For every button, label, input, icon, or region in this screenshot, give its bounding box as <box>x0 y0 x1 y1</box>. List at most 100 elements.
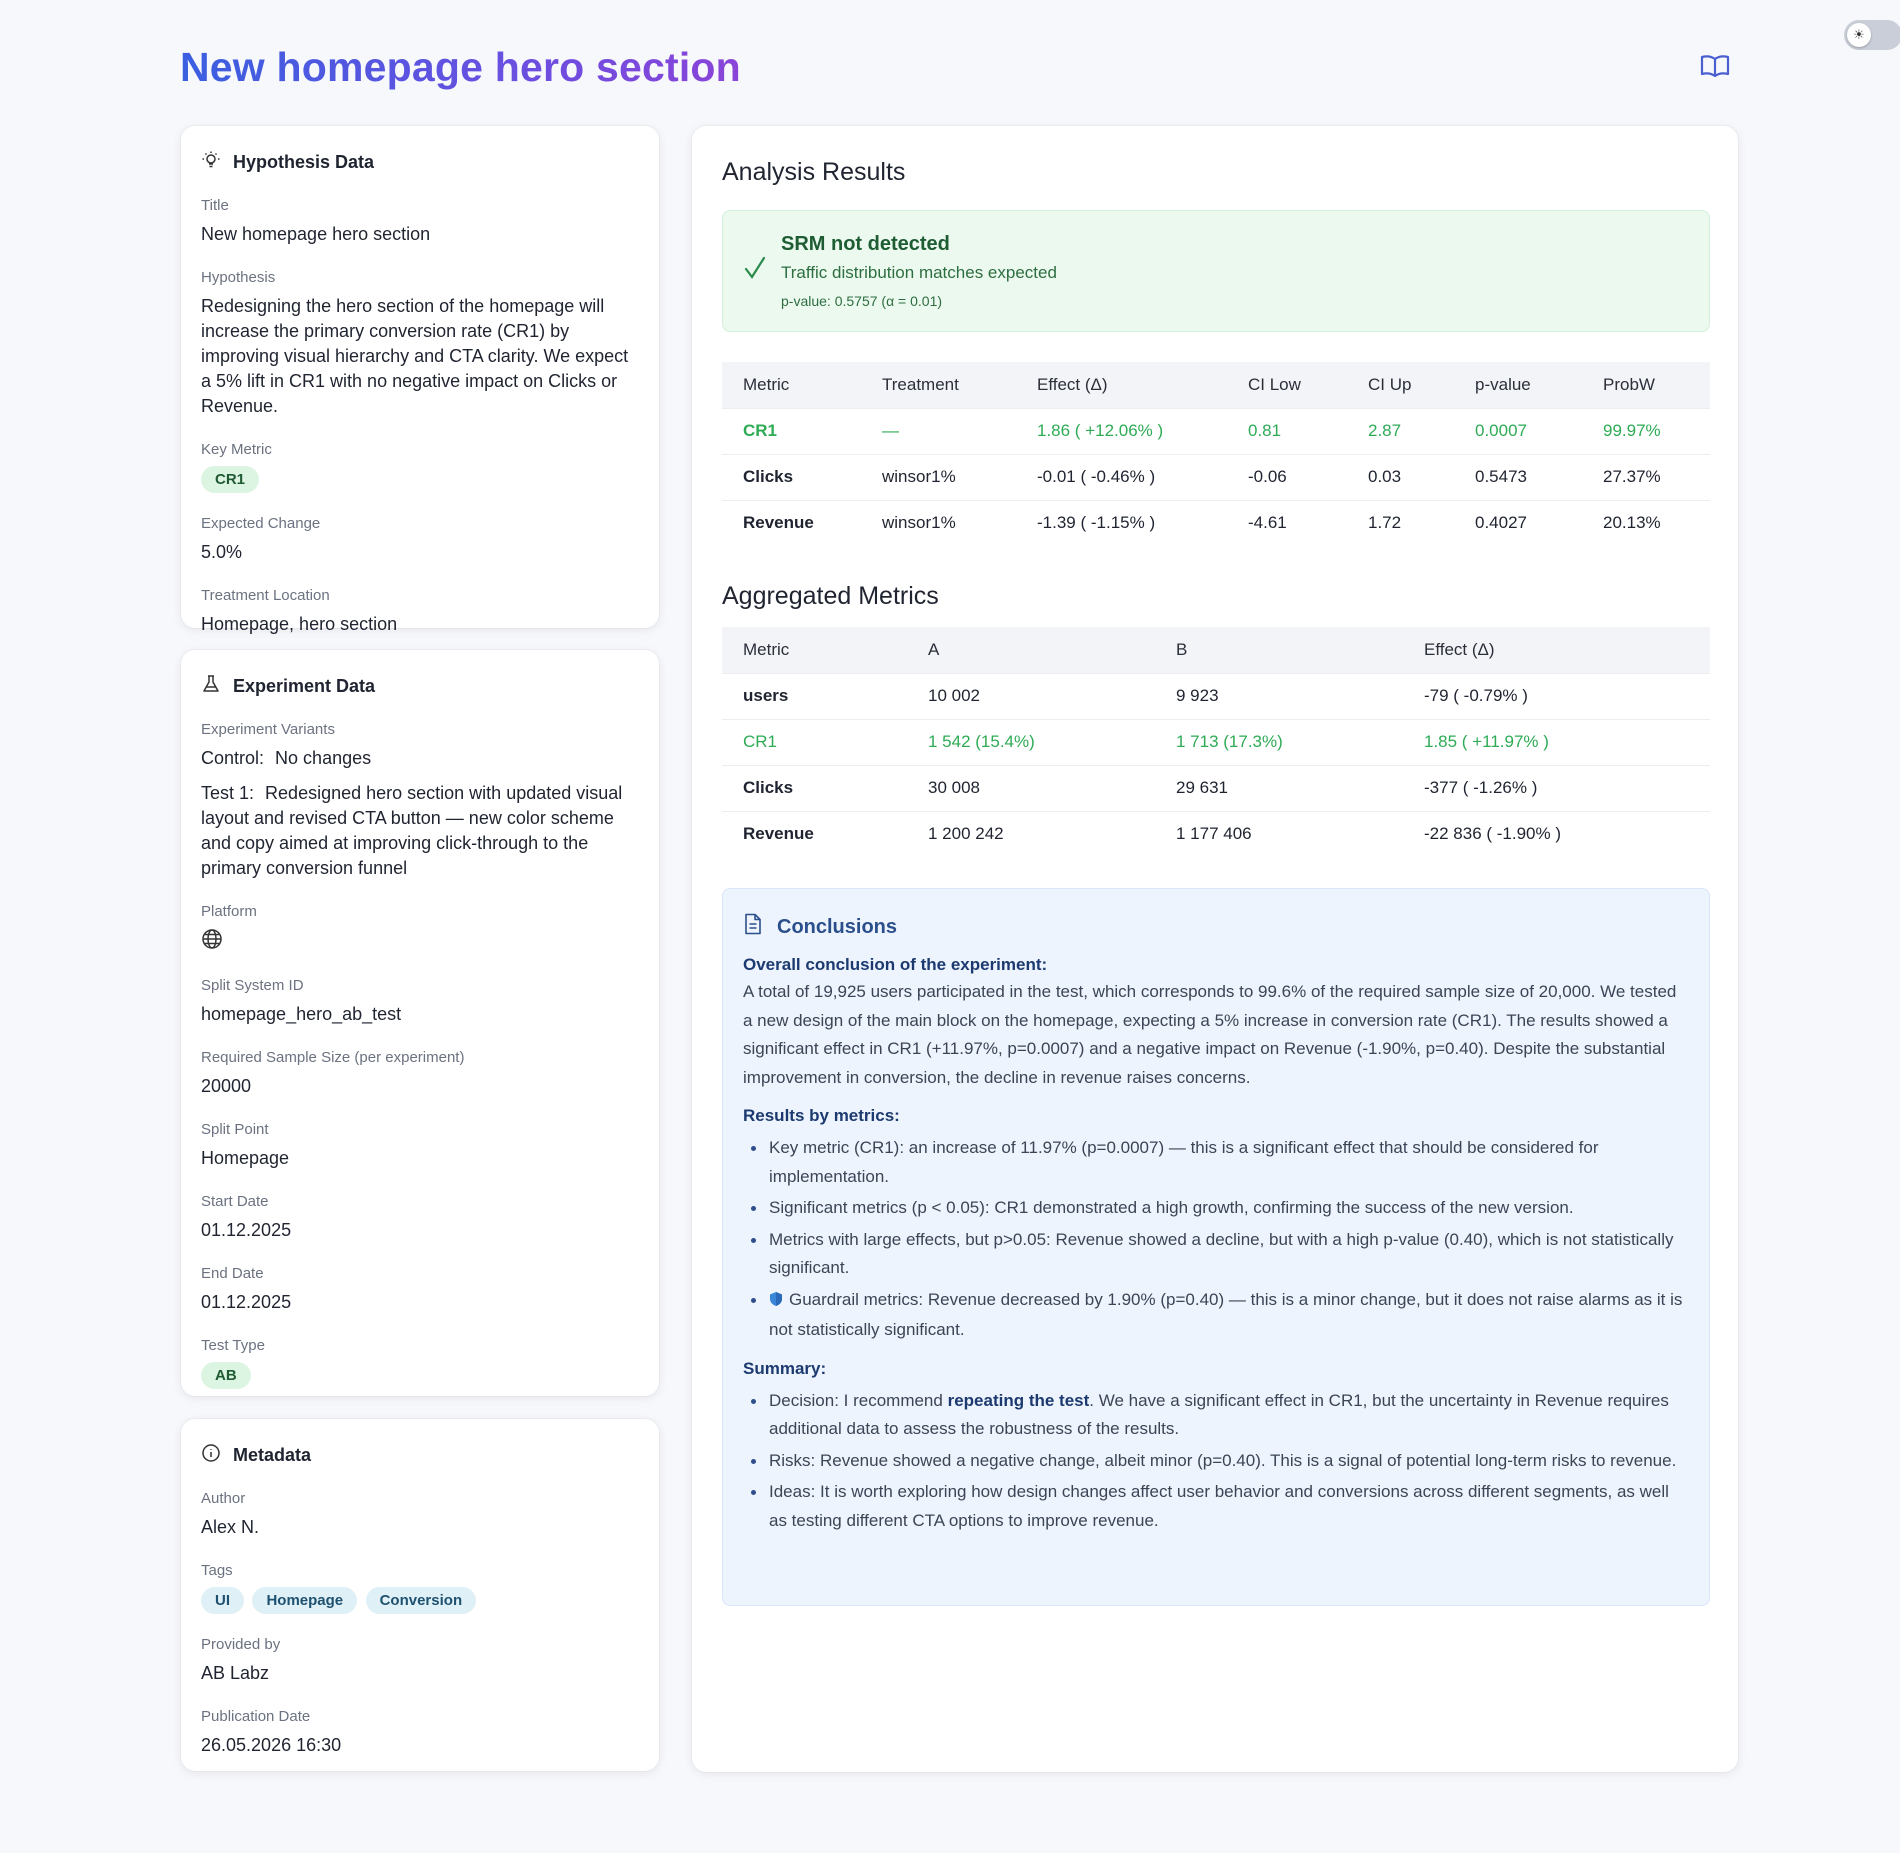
col-effect: Effect (Δ) <box>1403 627 1710 673</box>
hypothesis-label: Hypothesis <box>201 269 276 286</box>
aggregated-row-clicks: Clicks 30 008 29 631 -377 ( -1.26% ) <box>722 764 1710 811</box>
col-a: A <box>907 627 1155 673</box>
list-item: Metrics with large effects, but p>0.05: … <box>743 1226 1689 1283</box>
author-value: Alex N. <box>201 1517 260 1537</box>
table-cell: 0.5473 <box>1454 453 1582 500</box>
expected-change-label: Expected Change <box>201 515 321 532</box>
sample-size-value: 20000 <box>201 1076 252 1096</box>
list-item: Significant metrics (p < 0.05): CR1 demo… <box>743 1194 1689 1223</box>
table-cell: CR1 <box>722 718 907 765</box>
control-value: No changes <box>275 748 372 768</box>
table-cell: 1 542 (15.4%) <box>907 718 1155 765</box>
col-pvalue: p-value <box>1454 362 1582 408</box>
col-ci-low: CI Low <box>1227 362 1347 408</box>
theme-toggle[interactable]: ☀ <box>1844 20 1900 50</box>
hypothesis-text: Redesigning the hero section of the home… <box>201 296 629 416</box>
key-metric-label: Key Metric <box>201 441 272 458</box>
title-value: New homepage hero section <box>201 224 431 244</box>
table-cell: 0.4027 <box>1454 499 1582 546</box>
info-icon <box>201 1443 221 1468</box>
table-cell: 1.86 ( +12.06% ) <box>1016 407 1227 454</box>
start-date-label: Start Date <box>201 1193 269 1210</box>
srm-status-box: SRM not detected Traffic distribution ma… <box>722 210 1710 332</box>
aggregated-row-revenue: Revenue 1 200 242 1 177 406 -22 836 ( -1… <box>722 810 1710 857</box>
lightbulb-icon <box>201 150 221 175</box>
table-cell: 9 923 <box>1155 672 1403 719</box>
test1-value: Redesigned hero section with updated vis… <box>201 783 623 878</box>
table-cell: -4.61 <box>1227 499 1347 546</box>
aggregated-table: Metric A B Effect (Δ) users 10 002 9 923… <box>722 627 1710 857</box>
table-cell: 1 200 242 <box>907 810 1155 857</box>
col-ci-up: CI Up <box>1347 362 1454 408</box>
col-probw: ProbW <box>1582 362 1710 408</box>
tag-pill[interactable]: Homepage <box>252 1587 358 1614</box>
col-b: B <box>1155 627 1403 673</box>
document-icon <box>743 913 763 941</box>
aggregated-header-row: Metric A B Effect (Δ) <box>722 627 1710 673</box>
table-cell: 27.37% <box>1582 453 1710 500</box>
aggregated-row-users: users 10 002 9 923 -79 ( -0.79% ) <box>722 672 1710 719</box>
srm-title: SRM not detected <box>781 233 950 255</box>
treatment-location-value: Homepage, hero section <box>201 614 398 634</box>
results-list: Key metric (CR1): an increase of 11.97% … <box>743 1134 1689 1345</box>
table-cell: -22 836 ( -1.90% ) <box>1403 810 1710 857</box>
table-cell: — <box>861 407 1016 454</box>
table-cell: 2.87 <box>1347 407 1454 454</box>
publication-date-label: Publication Date <box>201 1708 311 1725</box>
list-item: Risks: Revenue showed a negative change,… <box>743 1447 1689 1476</box>
table-cell: 20.13% <box>1582 499 1710 546</box>
provided-by-value: AB Labz <box>201 1663 270 1683</box>
tags-label: Tags <box>201 1562 233 1579</box>
summary-list: Decision: I recommend repeating the test… <box>743 1387 1689 1536</box>
end-date-label: End Date <box>201 1265 264 1282</box>
table-cell: winsor1% <box>861 453 1016 500</box>
table-cell: Clicks <box>722 764 907 811</box>
table-cell: -0.06 <box>1227 453 1347 500</box>
globe-icon <box>201 928 639 955</box>
results-row-cr1: CR1 — 1.86 ( +12.06% ) 0.81 2.87 0.0007 … <box>722 407 1710 454</box>
table-cell: CR1 <box>722 407 861 454</box>
aggregated-heading: Aggregated Metrics <box>722 582 939 610</box>
provided-by-label: Provided by <box>201 1636 281 1653</box>
table-cell: users <box>722 672 907 719</box>
overall-heading: Overall conclusion of the experiment: <box>743 955 1048 974</box>
title-label: Title <box>201 197 229 214</box>
sample-size-label: Required Sample Size (per experiment) <box>201 1049 465 1066</box>
control-label: Control: <box>201 748 265 768</box>
table-cell: -1.39 ( -1.15% ) <box>1016 499 1227 546</box>
publication-date-value: 26.05.2026 16:30 <box>201 1735 342 1755</box>
results-row-clicks: Clicks winsor1% -0.01 ( -0.46% ) -0.06 0… <box>722 453 1710 500</box>
table-cell: Clicks <box>722 453 861 500</box>
col-treatment: Treatment <box>861 362 1016 408</box>
analysis-card: Analysis Results SRM not detected Traffi… <box>692 126 1738 1772</box>
tag-pill[interactable]: Conversion <box>365 1587 477 1614</box>
split-id-value: homepage_hero_ab_test <box>201 1004 402 1024</box>
conclusions-heading: Conclusions <box>743 913 1689 941</box>
split-point-value: Homepage <box>201 1148 290 1168</box>
col-metric: Metric <box>722 362 861 408</box>
table-cell: 1.85 ( +11.97% ) <box>1403 718 1710 765</box>
page-title: New homepage hero section <box>180 44 741 90</box>
metadata-card: Metadata Author Alex N. Tags UI Homepage… <box>181 1419 659 1771</box>
table-cell: 0.03 <box>1347 453 1454 500</box>
key-metric-badge: CR1 <box>201 466 260 493</box>
tag-list: UI Homepage Conversion <box>201 1579 639 1614</box>
srm-pvalue: p-value: 0.5757 (α = 0.01) <box>781 293 943 309</box>
split-id-label: Split System ID <box>201 977 304 994</box>
shield-icon <box>769 1288 783 1317</box>
expected-change-value: 5.0% <box>201 542 243 562</box>
book-icon[interactable] <box>1700 53 1730 79</box>
platform-label: Platform <box>201 903 257 920</box>
tag-pill[interactable]: UI <box>201 1587 244 1614</box>
variants-label: Experiment Variants <box>201 721 335 738</box>
table-cell: Revenue <box>722 499 861 546</box>
col-effect: Effect (Δ) <box>1016 362 1227 408</box>
sun-icon: ☀ <box>1847 23 1871 47</box>
test-type-badge: AB <box>201 1362 251 1389</box>
table-cell: -377 ( -1.26% ) <box>1403 764 1710 811</box>
srm-subtitle: Traffic distribution matches expected <box>781 263 1057 282</box>
summary-heading: Summary: <box>743 1358 827 1378</box>
end-date-value: 01.12.2025 <box>201 1292 292 1312</box>
col-metric: Metric <box>722 627 907 673</box>
experiment-heading: Experiment Data <box>201 674 639 699</box>
